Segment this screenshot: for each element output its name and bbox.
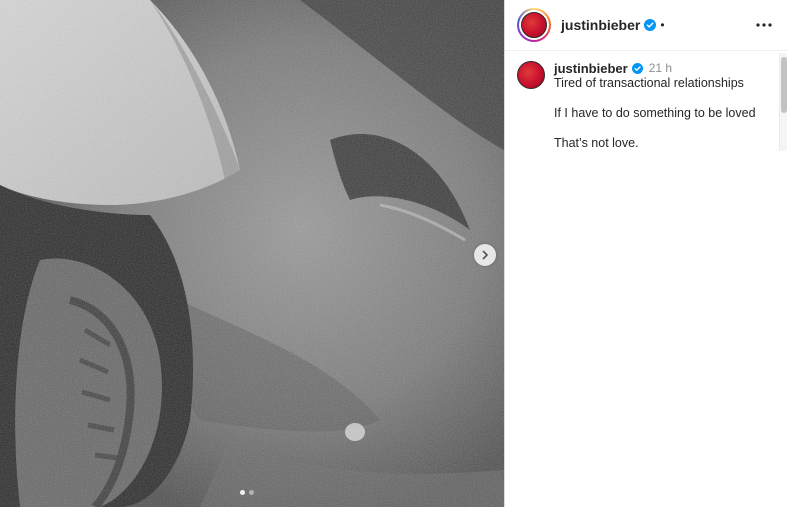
verified-badge-icon bbox=[631, 63, 643, 74]
header-username[interactable]: justinbieber bbox=[561, 17, 640, 33]
slide-indicator bbox=[240, 490, 254, 495]
avatar bbox=[521, 12, 547, 38]
chevron-right-icon bbox=[482, 250, 488, 260]
post-side-panel: justinbieber • justinbieber 21 h Tired o… bbox=[504, 0, 788, 507]
post-header: justinbieber • bbox=[505, 0, 788, 51]
avatar bbox=[517, 61, 545, 89]
caption-line: Tired of transactional relationships bbox=[554, 76, 744, 90]
caption: justinbieber 21 h Tired of transactional… bbox=[505, 51, 788, 151]
caption-line: That’s not love. bbox=[554, 136, 639, 150]
next-slide-button[interactable] bbox=[474, 244, 496, 266]
scrollbar-thumb[interactable] bbox=[781, 57, 787, 113]
post-modal: justinbieber • justinbieber 21 h Tired o… bbox=[0, 0, 788, 507]
caption-avatar[interactable] bbox=[517, 61, 545, 89]
caption-line: If I have to do something to be loved bbox=[554, 106, 756, 120]
header-separator: • bbox=[660, 18, 665, 32]
slide-dot bbox=[249, 490, 254, 495]
story-ring-avatar[interactable] bbox=[517, 8, 551, 42]
post-timestamp[interactable]: 21 h bbox=[649, 61, 672, 76]
verified-badge-icon bbox=[644, 19, 657, 31]
more-options-icon bbox=[756, 23, 772, 27]
post-media[interactable] bbox=[0, 0, 504, 507]
caption-body: justinbieber 21 h Tired of transactional… bbox=[554, 61, 756, 151]
caption-username[interactable]: justinbieber bbox=[554, 61, 628, 76]
caption-scrollbar[interactable] bbox=[779, 53, 787, 151]
slide-dot bbox=[240, 490, 245, 495]
post-photo bbox=[0, 0, 504, 507]
more-options-button[interactable] bbox=[752, 13, 776, 37]
